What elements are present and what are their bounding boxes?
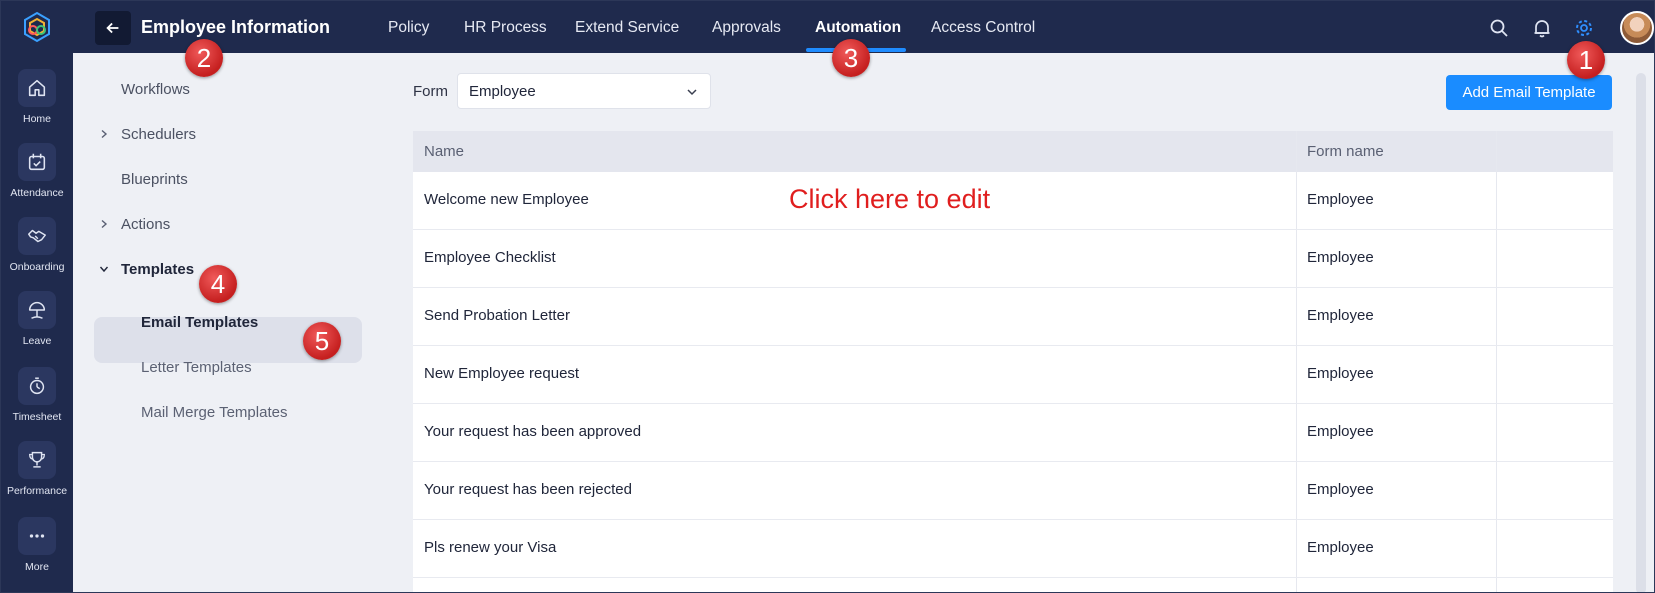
rail-item-attendance[interactable]: Attendance bbox=[1, 139, 73, 213]
rail-item-leave[interactable]: Leave bbox=[1, 287, 73, 361]
chevron-right-icon[interactable] bbox=[99, 129, 109, 139]
tab-automation[interactable]: Automation bbox=[815, 19, 901, 37]
sidebar-item-letter-templates[interactable]: Letter Templates bbox=[141, 359, 252, 376]
beach-umbrella-icon bbox=[18, 291, 56, 329]
tab-hr-process[interactable]: HR Process bbox=[464, 19, 547, 37]
column-header-name[interactable]: Name bbox=[424, 143, 464, 160]
chevron-right-icon[interactable] bbox=[99, 219, 109, 229]
table-row[interactable]: New Employee request Employee bbox=[413, 346, 1613, 404]
sidebar-item-mail-merge-templates[interactable]: Mail Merge Templates bbox=[141, 404, 287, 421]
rail-label: Attendance bbox=[10, 187, 64, 199]
arrow-left-icon bbox=[106, 22, 119, 34]
sidebar-item-actions[interactable]: Actions bbox=[121, 216, 170, 233]
rail-item-home[interactable]: Home bbox=[1, 65, 73, 139]
stopwatch-icon bbox=[18, 367, 56, 405]
home-icon bbox=[18, 69, 56, 107]
tab-approvals[interactable]: Approvals bbox=[712, 19, 781, 37]
gear-icon[interactable] bbox=[1573, 17, 1595, 39]
avatar[interactable] bbox=[1620, 11, 1654, 45]
template-form: Employee bbox=[1307, 249, 1374, 266]
rail-item-performance[interactable]: Performance bbox=[1, 437, 73, 511]
template-name: Your request has been rejected bbox=[424, 481, 632, 498]
sidebar-item-workflows[interactable]: Workflows bbox=[121, 81, 190, 98]
add-email-template-button[interactable]: Add Email Template bbox=[1446, 75, 1612, 110]
column-header-form-name[interactable]: Form name bbox=[1307, 143, 1384, 160]
email-templates-table: Name Form name Welcome new Employee Empl… bbox=[413, 131, 1613, 592]
chevron-down-icon[interactable] bbox=[99, 264, 109, 274]
form-filter-label: Form bbox=[413, 83, 448, 100]
table-row[interactable]: Your request has been rejected Employee bbox=[413, 462, 1613, 520]
more-dots-icon bbox=[18, 517, 56, 555]
trophy-icon bbox=[18, 441, 56, 479]
table-row[interactable]: Pls renew your Visa Employee bbox=[413, 520, 1613, 578]
template-name: Welcome new Employee bbox=[424, 191, 589, 208]
table-row[interactable]: Welcome new Employee Employee bbox=[413, 172, 1613, 230]
app-rail: Home Attendance Onboarding Leave Timeshe bbox=[1, 1, 73, 592]
chevron-down-icon bbox=[687, 89, 697, 96]
form-select-value: Employee bbox=[469, 83, 536, 100]
tab-policy[interactable]: Policy bbox=[388, 19, 429, 37]
back-button[interactable] bbox=[95, 11, 131, 45]
handshake-icon bbox=[18, 217, 56, 255]
step-marker-5: 5 bbox=[303, 322, 341, 360]
rail-label: Onboarding bbox=[9, 261, 65, 273]
step-marker-2: 2 bbox=[185, 39, 223, 77]
sidebar-item-blueprints[interactable]: Blueprints bbox=[121, 171, 188, 188]
step-marker-4: 4 bbox=[199, 265, 237, 303]
bell-icon[interactable] bbox=[1531, 17, 1553, 39]
page-title: Employee Information bbox=[141, 17, 331, 37]
rail-label: Performance bbox=[6, 485, 68, 497]
form-select[interactable]: Employee bbox=[457, 73, 711, 109]
table-row[interactable]: Employee Checklist Employee bbox=[413, 230, 1613, 288]
template-form: Employee bbox=[1307, 365, 1374, 382]
sidebar-item-schedulers[interactable]: Schedulers bbox=[121, 126, 196, 143]
step-marker-1: 1 bbox=[1567, 41, 1605, 79]
template-form: Employee bbox=[1307, 307, 1374, 324]
tab-extend-service[interactable]: Extend Service bbox=[575, 19, 679, 37]
step-marker-3: 3 bbox=[832, 39, 870, 77]
rail-item-more[interactable]: More bbox=[1, 513, 73, 587]
template-name: Pls renew your Visa bbox=[424, 539, 557, 556]
calendar-check-icon bbox=[18, 143, 56, 181]
template-name: Employee Checklist bbox=[424, 249, 556, 266]
rail-label: More bbox=[25, 561, 49, 573]
rail-label: Timesheet bbox=[12, 411, 62, 423]
rail-item-timesheet[interactable]: Timesheet bbox=[1, 363, 73, 437]
app-logo-icon[interactable] bbox=[21, 11, 53, 45]
tab-access-control[interactable]: Access Control bbox=[931, 19, 1035, 37]
table-row[interactable]: Your request has been approved Employee bbox=[413, 404, 1613, 462]
sidebar-item-email-templates[interactable]: Email Templates bbox=[141, 314, 258, 331]
search-icon[interactable] bbox=[1488, 17, 1510, 39]
rail-label: Home bbox=[22, 113, 51, 125]
app-window: Home Attendance Onboarding Leave Timeshe bbox=[0, 0, 1655, 593]
template-form: Employee bbox=[1307, 423, 1374, 440]
template-form: Employee bbox=[1307, 481, 1374, 498]
table-header: Name Form name bbox=[413, 131, 1613, 172]
template-name: New Employee request bbox=[424, 365, 580, 382]
edit-hint-annotation: Click here to edit bbox=[789, 184, 991, 214]
template-form: Employee bbox=[1307, 539, 1374, 556]
scrollbar[interactable] bbox=[1636, 73, 1646, 592]
rail-item-onboarding[interactable]: Onboarding bbox=[1, 213, 73, 287]
template-name: Your request has been approved bbox=[424, 423, 642, 440]
main-content: Form Employee Add Email Template Name Fo… bbox=[373, 53, 1654, 592]
rail-label: Leave bbox=[22, 335, 52, 347]
template-name: Send Probation Letter bbox=[424, 307, 570, 324]
table-row[interactable]: Send Probation Letter Employee bbox=[413, 288, 1613, 346]
template-form: Employee bbox=[1307, 191, 1374, 208]
sidebar-item-templates[interactable]: Templates bbox=[121, 261, 194, 278]
